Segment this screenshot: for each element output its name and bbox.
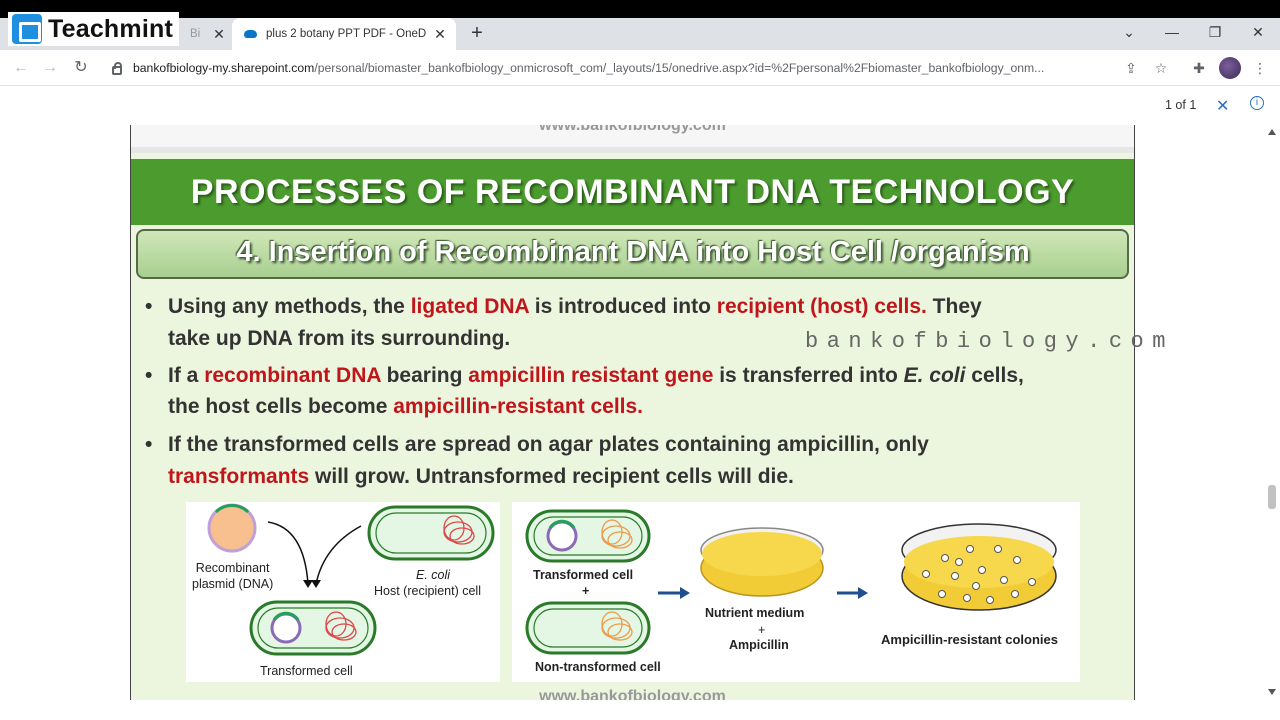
browser-toolbar: ← → ↻ bankofbiology-my.sharepoint.com/pe… bbox=[0, 50, 1280, 86]
arrow-icon bbox=[315, 525, 362, 585]
tab-previous[interactable]: Bi ✕ bbox=[190, 18, 230, 50]
scroll-up-icon[interactable] bbox=[1268, 129, 1276, 135]
slide-subtitle: 4. Insertion of Recombinant DNA into Hos… bbox=[236, 236, 1030, 268]
bullet-3-line-2: transformants will grow. Untransformed r… bbox=[168, 461, 794, 493]
arrow-icon bbox=[837, 587, 868, 599]
text: will grow. Untransformed recipient cells… bbox=[309, 465, 794, 488]
text: They bbox=[926, 295, 982, 318]
highlight: ampicillin resistant gene bbox=[468, 364, 714, 387]
close-window-icon[interactable]: ✕ bbox=[1246, 22, 1270, 42]
arrow-icon bbox=[658, 587, 690, 599]
url-path: /personal/biomaster_bankofbiology_onmicr… bbox=[314, 61, 1045, 75]
watermark-top: www.bankofbiology.com bbox=[539, 125, 726, 134]
tab-strip: Teachmint Bi ✕ plus 2 botany PPT PDF - O… bbox=[0, 0, 1280, 50]
bookmark-star-icon[interactable]: ☆ bbox=[1152, 59, 1170, 77]
bullet-dot: • bbox=[145, 295, 153, 318]
nutrient-medium-label: Nutrient medium bbox=[705, 606, 805, 620]
text: cells, bbox=[965, 364, 1024, 387]
tab-strip-top bbox=[0, 0, 1280, 18]
back-icon[interactable]: ← bbox=[11, 58, 31, 78]
scroll-down-icon[interactable] bbox=[1268, 689, 1276, 695]
address-bar[interactable]: bankofbiology-my.sharepoint.com/personal… bbox=[112, 55, 1147, 81]
title-banner: PROCESSES OF RECOMBINANT DNA TECHNOLOGY bbox=[131, 159, 1134, 225]
teachmint-brand: Teachmint bbox=[48, 14, 173, 43]
highlight: recombinant DNA bbox=[204, 364, 381, 387]
plus-sign: + bbox=[582, 584, 590, 598]
bullet-3-line-1: If the transformed cells are spread on a… bbox=[168, 433, 929, 456]
highlight: ligated DNA bbox=[410, 295, 529, 318]
text: is transferred into bbox=[713, 364, 904, 387]
bullet-2-line-2: the host cells become ampicillin-resista… bbox=[168, 391, 643, 423]
ampicillin-label: Ampicillin bbox=[729, 638, 789, 652]
highlight: recipient (host) cells. bbox=[716, 295, 927, 318]
url-host: bankofbiology-my.sharepoint.com bbox=[133, 61, 315, 75]
new-tab-icon[interactable]: + bbox=[468, 23, 486, 43]
slide-top-strip: www.bankofbiology.com bbox=[131, 125, 1134, 153]
text: Using any methods, the bbox=[168, 295, 411, 318]
page-count: 1 of 1 bbox=[1165, 98, 1197, 112]
minimize-icon[interactable]: — bbox=[1160, 22, 1184, 42]
share-icon[interactable]: ⇪ bbox=[1122, 59, 1140, 77]
pdf-toolbar: 1 of 1 ✕ i bbox=[0, 87, 1280, 125]
teachmint-logo-icon bbox=[12, 14, 42, 44]
tab-onedrive[interactable]: plus 2 botany PPT PDF - OneDrive ✕ bbox=[232, 18, 456, 50]
menu-icon[interactable]: ⋮ bbox=[1251, 59, 1269, 77]
teachmint-logo: Teachmint bbox=[8, 12, 179, 46]
lock-icon bbox=[112, 61, 122, 75]
watermark-bottom: www.bankofbiology.com bbox=[539, 688, 726, 700]
species-name: E. coli bbox=[903, 364, 966, 387]
resistant-colonies-label: Ampicillin-resistant colonies bbox=[881, 632, 1058, 647]
figure-transformation: Recombinant plasmid (DNA) E. coli Host (r… bbox=[186, 502, 500, 682]
tab-title: Bi bbox=[190, 28, 201, 40]
profile-avatar[interactable] bbox=[1219, 57, 1241, 79]
host-cell-label: Host (recipient) cell bbox=[374, 584, 481, 598]
close-tab-icon[interactable]: ✕ bbox=[211, 26, 227, 42]
close-tab-icon[interactable]: ✕ bbox=[432, 26, 448, 42]
close-pdf-icon[interactable]: ✕ bbox=[1216, 96, 1229, 116]
scrollbar[interactable] bbox=[1264, 125, 1280, 700]
bullet-2-line-1: If a recombinant DNA bearing ampicillin … bbox=[168, 360, 1024, 392]
subtitle-banner: 4. Insertion of Recombinant DNA into Hos… bbox=[136, 229, 1129, 279]
restore-icon[interactable]: ❐ bbox=[1203, 22, 1227, 42]
arrow-icon bbox=[267, 521, 309, 585]
scrollbar-thumb[interactable] bbox=[1268, 485, 1276, 509]
browser-window: Teachmint Bi ✕ plus 2 botany PPT PDF - O… bbox=[0, 0, 1280, 720]
slide-title: PROCESSES OF RECOMBINANT DNA TECHNOLOGY bbox=[190, 173, 1075, 211]
figure-selection: Transformed cell + Non-transformed cell … bbox=[512, 502, 1080, 682]
plasmid-label: Recombinant plasmid (DNA) bbox=[192, 561, 274, 591]
tab-title: plus 2 botany PPT PDF - OneDrive bbox=[266, 28, 426, 40]
bullet-dot: • bbox=[145, 364, 153, 387]
text: bearing bbox=[380, 364, 469, 387]
transformed-cell-label: Transformed cell bbox=[533, 568, 634, 582]
text: the host cells become bbox=[168, 395, 394, 418]
url-text: bankofbiology-my.sharepoint.com/personal… bbox=[133, 61, 1113, 75]
plus-sign: + bbox=[758, 623, 766, 637]
figure-2-drawing bbox=[525, 509, 1057, 655]
non-transformed-cell-label: Non-transformed cell bbox=[535, 660, 661, 674]
bullet-1-line-1: Using any methods, the ligated DNA is in… bbox=[168, 291, 982, 323]
highlight: ampicillin-resistant cells. bbox=[393, 395, 644, 418]
transformed-cell-label: Transformed cell bbox=[260, 664, 353, 678]
bullet-dot: • bbox=[145, 433, 153, 456]
bullet-1-line-2: take up DNA from its surrounding. bbox=[168, 327, 511, 350]
pdf-viewer[interactable]: www.bankofbiology.com PROCESSES OF RECOM… bbox=[0, 125, 1280, 700]
text: is introduced into bbox=[528, 295, 717, 318]
extensions-icon[interactable]: ✚ bbox=[1190, 59, 1208, 77]
reload-icon[interactable]: ↻ bbox=[71, 58, 91, 78]
slide-page: www.bankofbiology.com PROCESSES OF RECOM… bbox=[130, 125, 1165, 700]
highlight: transformants bbox=[168, 465, 310, 488]
info-icon[interactable]: i bbox=[1250, 96, 1264, 110]
onedrive-icon bbox=[242, 28, 258, 40]
plasmid-icon bbox=[207, 503, 257, 553]
text: If a bbox=[168, 364, 205, 387]
tab-search-icon[interactable]: ⌄ bbox=[1117, 22, 1141, 42]
forward-icon[interactable]: → bbox=[40, 58, 60, 78]
ecoli-label: E. coli bbox=[416, 568, 451, 582]
watermark-mid: bankofbiology.com bbox=[805, 329, 1174, 354]
